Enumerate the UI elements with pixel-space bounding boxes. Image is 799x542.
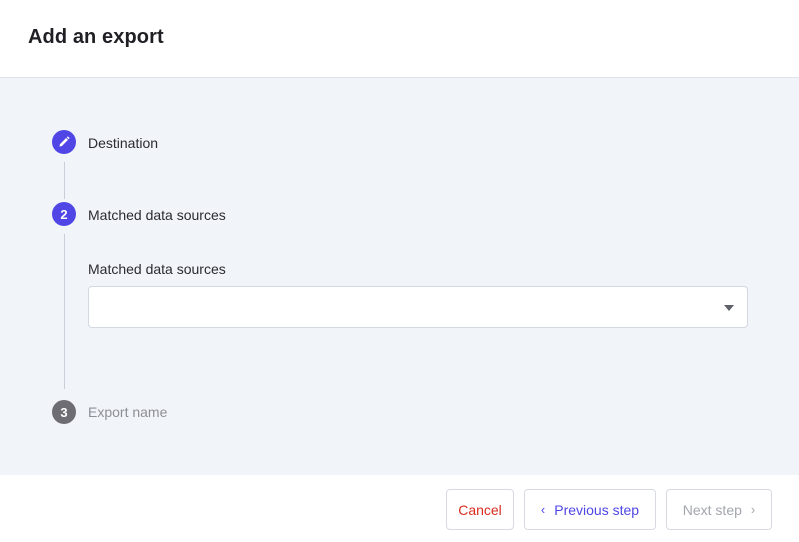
pencil-icon bbox=[59, 136, 70, 147]
chevron-down-icon bbox=[724, 305, 734, 311]
step-2-title: Matched data sources bbox=[88, 207, 226, 223]
dialog-header: Add an export bbox=[0, 0, 799, 78]
chevron-right-icon: › bbox=[750, 502, 756, 517]
chevron-left-icon: ‹ bbox=[540, 502, 546, 517]
step-3-indicator: 3 bbox=[52, 400, 76, 424]
next-step-button[interactable]: Next step › bbox=[666, 489, 772, 530]
step-1-title[interactable]: Destination bbox=[88, 135, 158, 151]
previous-step-button[interactable]: ‹ Previous step bbox=[524, 489, 656, 530]
step-1-indicator[interactable] bbox=[52, 130, 76, 154]
dialog-title: Add an export bbox=[28, 26, 164, 48]
stepper: Destination 2 Matched data sources Match… bbox=[0, 78, 799, 475]
matched-data-sources-select[interactable] bbox=[88, 286, 748, 328]
next-step-label: Next step bbox=[682, 501, 742, 518]
step-connector bbox=[64, 234, 65, 389]
cancel-button[interactable]: Cancel bbox=[446, 489, 514, 530]
previous-step-label: Previous step bbox=[554, 501, 640, 518]
step-3-title: Export name bbox=[88, 404, 168, 420]
dialog-footer: Cancel ‹ Previous step Next step › bbox=[0, 475, 799, 542]
matched-data-sources-label: Matched data sources bbox=[88, 261, 226, 277]
cancel-button-label: Cancel bbox=[458, 501, 502, 518]
add-export-dialog: Add an export Destination 2 Matched data… bbox=[0, 0, 799, 542]
step-2-indicator: 2 bbox=[52, 202, 76, 226]
step-connector bbox=[64, 162, 65, 199]
